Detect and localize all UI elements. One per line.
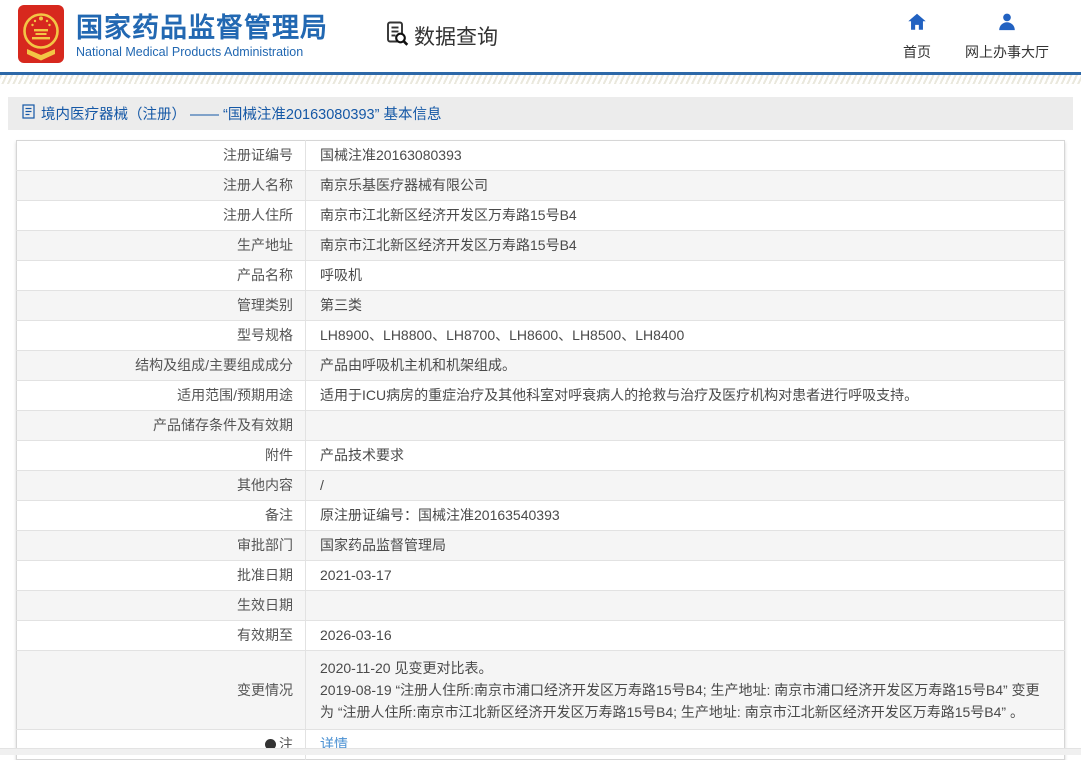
agency-title-block: 国家药品监督管理局 National Medical Products Admi… (76, 13, 328, 59)
nav-home-label: 首页 (903, 42, 931, 62)
row-label: 结构及组成/主要组成成分 (135, 357, 293, 373)
registration-info-table: 注册证编号 国械注准20163080393 注册人名称 南京乐基医疗器械有限公司… (16, 140, 1065, 760)
row-value: LH8900、LH8800、LH8700、LH8600、LH8500、LH840… (306, 321, 1065, 351)
table-row: 注册证编号 国械注准20163080393 (17, 141, 1065, 171)
row-label: 生效日期 (237, 597, 293, 613)
agency-title-en: National Medical Products Administration (76, 45, 328, 59)
row-label: 产品储存条件及有效期 (153, 417, 293, 433)
table-row: 注册人住所 南京市江北新区经济开发区万寿路15号B4 (17, 201, 1065, 231)
row-label: 其他内容 (237, 477, 293, 493)
data-query-label: 数据查询 (414, 21, 498, 51)
row-value: 产品由呼吸机主机和机架组成。 (306, 351, 1065, 381)
row-value: 产品技术要求 (306, 441, 1065, 471)
table-row: 变更情况 2020-11-20 见变更对比表。 2019-08-19 “注册人住… (17, 651, 1065, 730)
row-label: 适用范围/预期用途 (177, 387, 293, 403)
row-label: 管理类别 (237, 297, 293, 313)
row-label: 产品名称 (237, 267, 293, 283)
row-value: 详情 (306, 730, 1065, 760)
agency-title-cn: 国家药品监督管理局 (76, 13, 328, 43)
row-value (306, 411, 1065, 441)
row-value: 2020-11-20 见变更对比表。 2019-08-19 “注册人住所:南京市… (306, 651, 1065, 730)
decorative-stripe-band (0, 75, 1081, 84)
table-row: 有效期至 2026-03-16 (17, 621, 1065, 651)
row-label: 备注 (265, 507, 293, 523)
row-value: 国家药品监督管理局 (306, 531, 1065, 561)
row-label: 注册人名称 (223, 177, 293, 193)
row-value: 南京市江北新区经济开发区万寿路15号B4 (306, 201, 1065, 231)
data-query-nav[interactable]: 数据查询 (383, 20, 498, 52)
nav-home[interactable]: 首页 (903, 11, 931, 62)
table-row: 注 详情 (17, 730, 1065, 760)
breadcrumb: 境内医疗器械（注册） —— “国械注准20163080393” 基本信息 (8, 97, 1073, 130)
row-value: 2021-03-17 (306, 561, 1065, 591)
table-row: 管理类别 第三类 (17, 291, 1065, 321)
row-label: 附件 (265, 447, 293, 463)
nav-service-hall-label: 网上办事大厅 (965, 42, 1049, 62)
breadcrumb-text: 境内医疗器械（注册） —— “国械注准20163080393” 基本信息 (41, 103, 441, 124)
table-row: 适用范围/预期用途 适用于ICU病房的重症治疗及其他科室对呼衰病人的抢救与治疗及… (17, 381, 1065, 411)
row-value: / (306, 471, 1065, 501)
row-label: 注册证编号 (223, 147, 293, 163)
row-value: 国械注准20163080393 (306, 141, 1065, 171)
national-emblem-icon (18, 5, 64, 68)
table-row: 生效日期 (17, 591, 1065, 621)
table-row: 产品储存条件及有效期 (17, 411, 1065, 441)
header-nav: 首页 网上办事大厅 (903, 11, 1049, 62)
header: 国家药品监督管理局 National Medical Products Admi… (0, 0, 1081, 75)
table-row: 生产地址 南京市江北新区经济开发区万寿路15号B4 (17, 231, 1065, 261)
data-query-icon (383, 20, 410, 52)
document-icon (22, 104, 35, 124)
agency-logo: 国家药品监督管理局 National Medical Products Admi… (18, 5, 328, 68)
row-value: 适用于ICU病房的重症治疗及其他科室对呼衰病人的抢救与治疗及医疗机构对患者进行呼… (306, 381, 1065, 411)
row-label: 批准日期 (237, 567, 293, 583)
row-value: 呼吸机 (306, 261, 1065, 291)
row-value (306, 591, 1065, 621)
table-row: 产品名称 呼吸机 (17, 261, 1065, 291)
table-row: 备注 原注册证编号：国械注准20163540393 (17, 501, 1065, 531)
nav-service-hall[interactable]: 网上办事大厅 (965, 11, 1049, 62)
home-icon (906, 11, 928, 38)
table-row: 型号规格 LH8900、LH8800、LH8700、LH8600、LH8500、… (17, 321, 1065, 351)
footer-strip (0, 748, 1081, 755)
row-label: 注册人住所 (223, 207, 293, 223)
row-label: 审批部门 (237, 537, 293, 553)
table-row: 附件 产品技术要求 (17, 441, 1065, 471)
row-value: 南京乐基医疗器械有限公司 (306, 171, 1065, 201)
row-label: 变更情况 (237, 682, 293, 698)
registration-info-table-wrap: 注册证编号 国械注准20163080393 注册人名称 南京乐基医疗器械有限公司… (16, 140, 1065, 760)
row-value: 第三类 (306, 291, 1065, 321)
user-icon (996, 11, 1018, 38)
row-value: 南京市江北新区经济开发区万寿路15号B4 (306, 231, 1065, 261)
row-value: 原注册证编号：国械注准20163540393 (306, 501, 1065, 531)
row-label: 生产地址 (237, 237, 293, 253)
table-row: 其他内容 / (17, 471, 1065, 501)
row-label: 型号规格 (237, 327, 293, 343)
table-row: 审批部门 国家药品监督管理局 (17, 531, 1065, 561)
table-row: 结构及组成/主要组成成分 产品由呼吸机主机和机架组成。 (17, 351, 1065, 381)
row-value: 2026-03-16 (306, 621, 1065, 651)
table-row: 批准日期 2021-03-17 (17, 561, 1065, 591)
table-row: 注册人名称 南京乐基医疗器械有限公司 (17, 171, 1065, 201)
row-label: 有效期至 (237, 627, 293, 643)
